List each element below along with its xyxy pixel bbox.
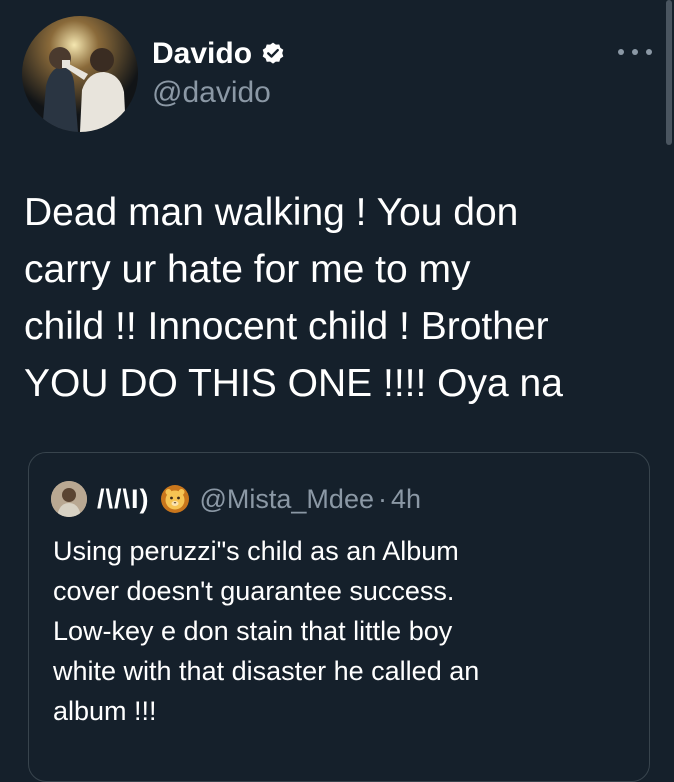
scrollbar[interactable] — [666, 0, 672, 145]
verified-badge-icon — [262, 42, 284, 64]
more-dot — [618, 49, 624, 55]
tweet-text: Dead man walking ! You don carry ur hate… — [24, 191, 563, 405]
more-dot — [646, 49, 652, 55]
author-info: Davido @davido — [152, 34, 286, 110]
quoted-avatar-photo — [51, 481, 87, 517]
author-avatar[interactable] — [22, 16, 138, 132]
avatar-photo — [22, 16, 138, 132]
quoted-tweet-text: Using peruzzi"s child as an Album cover … — [53, 536, 480, 726]
author-name[interactable]: Davido — [152, 37, 252, 71]
quoted-author-name[interactable]: /\/\I) — [97, 484, 150, 515]
lion-emoji-icon — [160, 485, 189, 513]
author-handle[interactable]: @davido — [152, 76, 286, 110]
dot-separator: · — [377, 483, 387, 514]
quoted-tweet-time[interactable]: 4h — [391, 484, 421, 515]
more-dot — [632, 49, 638, 55]
quoted-author-avatar[interactable] — [51, 481, 87, 517]
quoted-tweet-header: /\/\I) @Mista_Mdee · 4h — [51, 481, 421, 517]
quoted-tweet[interactable]: /\/\I) @Mista_Mdee · 4h Using peruzzi"s … — [28, 452, 650, 782]
quoted-author-handle[interactable]: @Mista_Mdee — [200, 484, 374, 515]
author-name-row: Davido — [152, 34, 286, 74]
more-options-icon[interactable] — [618, 44, 652, 60]
